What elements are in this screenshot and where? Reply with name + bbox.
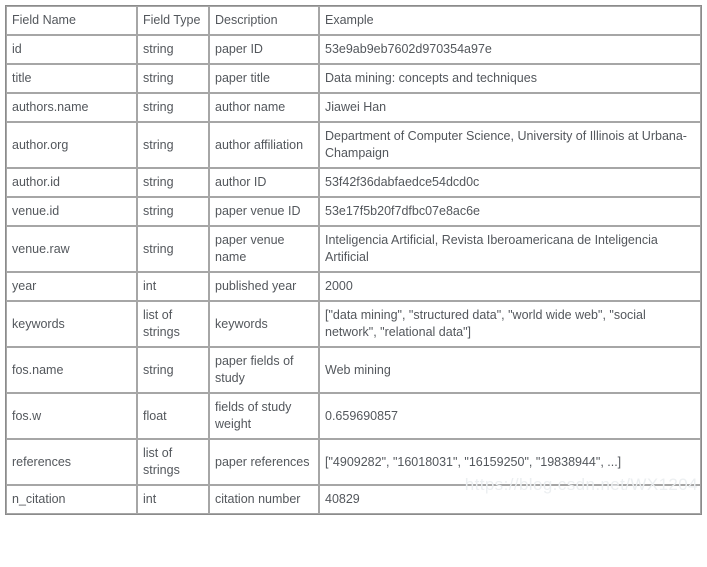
cell-field-name: year [6, 272, 137, 301]
cell-field-type: string [137, 35, 209, 64]
cell-field-name: keywords [6, 301, 137, 347]
cell-description: keywords [209, 301, 319, 347]
cell-field-name: title [6, 64, 137, 93]
cell-field-type: string [137, 347, 209, 393]
cell-field-type: string [137, 64, 209, 93]
cell-field-type: string [137, 197, 209, 226]
cell-field-type: string [137, 93, 209, 122]
cell-field-type: list of strings [137, 301, 209, 347]
cell-field-name: authors.name [6, 93, 137, 122]
cell-description: paper ID [209, 35, 319, 64]
cell-field-type: int [137, 485, 209, 514]
table-row: n_citation int citation number 40829 [6, 485, 701, 514]
cell-description: author ID [209, 168, 319, 197]
cell-example: 53f42f36dabfaedce54dcd0c [319, 168, 701, 197]
column-header-field-name: Field Name [6, 6, 137, 35]
cell-field-type: list of strings [137, 439, 209, 485]
cell-field-type: string [137, 168, 209, 197]
cell-example: Data mining: concepts and techniques [319, 64, 701, 93]
cell-example: ["4909282", "16018031", "16159250", "198… [319, 439, 701, 485]
schema-table-container: Field Name Field Type Description Exampl… [5, 5, 702, 515]
cell-field-name: fos.w [6, 393, 137, 439]
cell-field-name: author.id [6, 168, 137, 197]
cell-example: 40829 [319, 485, 701, 514]
table-row: year int published year 2000 [6, 272, 701, 301]
cell-description: fields of study weight [209, 393, 319, 439]
cell-example: Web mining [319, 347, 701, 393]
cell-field-type: string [137, 226, 209, 272]
cell-example: Jiawei Han [319, 93, 701, 122]
cell-description: paper references [209, 439, 319, 485]
cell-description: author name [209, 93, 319, 122]
cell-description: paper title [209, 64, 319, 93]
cell-field-name: id [6, 35, 137, 64]
table-row: title string paper title Data mining: conce… [6, 64, 701, 93]
cell-field-type: string [137, 122, 209, 168]
cell-description: paper venue name [209, 226, 319, 272]
cell-description: paper fields of study [209, 347, 319, 393]
cell-field-name: venue.id [6, 197, 137, 226]
cell-example: 2000 [319, 272, 701, 301]
table-row: venue.id string paper venue ID 53e17f5b20f7… [6, 197, 701, 226]
table-row: fos.name string paper fields of study Web m… [6, 347, 701, 393]
table-body: Field Name Field Type Description Exampl… [6, 6, 701, 514]
table-row: keywords list of strings keywords ["data mi… [6, 301, 701, 347]
table-row: references list of strings paper reference… [6, 439, 701, 485]
table-row: author.id string author ID 53f42f36dabfaedc… [6, 168, 701, 197]
table-row: author.org string author affiliation Depart… [6, 122, 701, 168]
field-schema-table: Field Name Field Type Description Exampl… [5, 5, 702, 515]
column-header-field-type: Field Type [137, 6, 209, 35]
column-header-description: Description [209, 6, 319, 35]
cell-field-name: n_citation [6, 485, 137, 514]
cell-description: author affiliation [209, 122, 319, 168]
cell-field-type: float [137, 393, 209, 439]
cell-description: published year [209, 272, 319, 301]
cell-example: ["data mining", "structured data", "worl… [319, 301, 701, 347]
table-header-row: Field Name Field Type Description Exampl… [6, 6, 701, 35]
cell-example: 53e9ab9eb7602d970354a97e [319, 35, 701, 64]
cell-field-name: author.org [6, 122, 137, 168]
cell-field-type: int [137, 272, 209, 301]
cell-example: 53e17f5b20f7dfbc07e8ac6e [319, 197, 701, 226]
cell-example: 0.659690857 [319, 393, 701, 439]
cell-description: paper venue ID [209, 197, 319, 226]
cell-example: Inteligencia Artificial, Revista Iberoam… [319, 226, 701, 272]
table-row: id string paper ID 53e9ab9eb7602d970354a97e [6, 35, 701, 64]
cell-field-name: references [6, 439, 137, 485]
cell-description: citation number [209, 485, 319, 514]
table-row: fos.w float fields of study weight 0.659690… [6, 393, 701, 439]
column-header-example: Example [319, 6, 701, 35]
cell-field-name: venue.raw [6, 226, 137, 272]
table-row: authors.name string author name Jiawei Han [6, 93, 701, 122]
cell-field-name: fos.name [6, 347, 137, 393]
table-row: venue.raw string paper venue name Inteligen… [6, 226, 701, 272]
cell-example: Department of Computer Science, Universi… [319, 122, 701, 168]
